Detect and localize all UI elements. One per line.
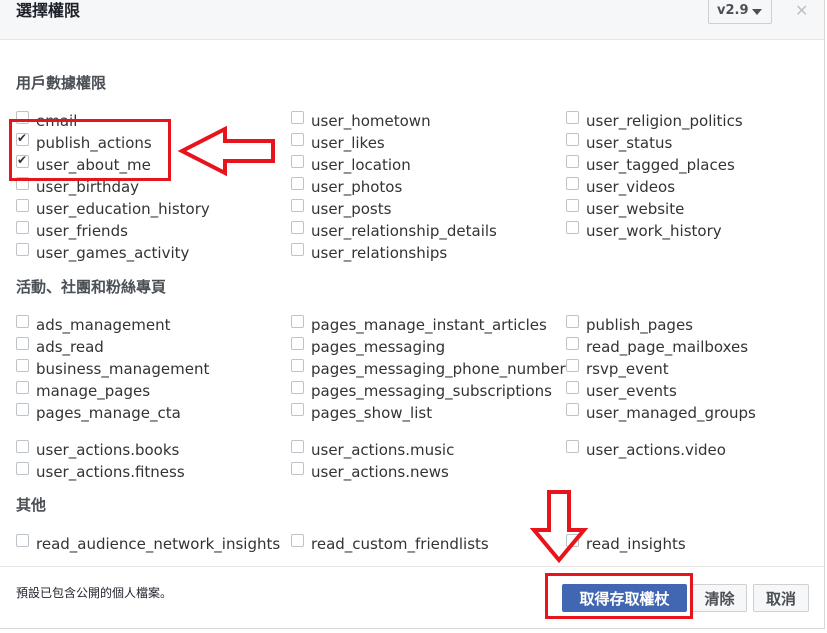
highlight-box-get-token-button	[545, 573, 693, 619]
arrow-down-icon	[529, 490, 589, 564]
